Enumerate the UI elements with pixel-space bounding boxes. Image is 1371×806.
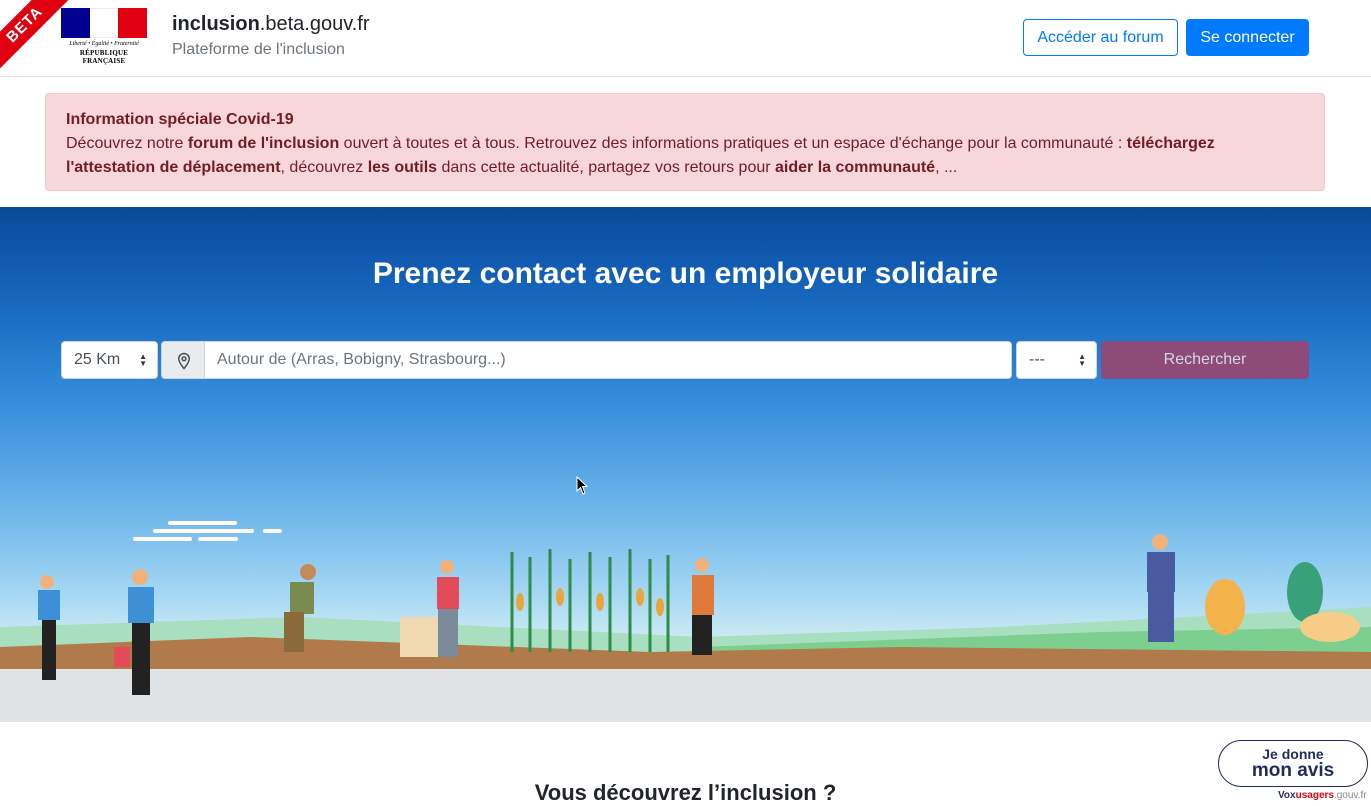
forum-link[interactable]: forum de l'inclusion [188,135,339,152]
alert-title: Information spéciale Covid-19 [66,111,294,128]
alert-body: Découvrez notre forum de l'inclusion ouv… [66,135,1215,176]
feedback-button[interactable]: Je donne mon avis [1218,740,1368,787]
logo-republic: RÉPUBLIQUE FRANÇAISE [79,49,129,65]
feedback-line2: mon avis [1251,760,1335,781]
hero-banner: Prenez contact avec un employeur solidai… [0,207,1371,722]
login-button[interactable]: Se connecter [1186,19,1309,56]
help-community-link[interactable]: aider la communauté [775,159,935,176]
republique-francaise-logo[interactable]: Liberté • Égalité • Fraternité RÉPUBLIQU… [61,8,148,65]
discover-title: Vous découvrez l’inclusion ? [534,780,837,805]
location-input[interactable] [204,341,1012,379]
site-subtitle: Plateforme de l'inclusion [172,41,345,58]
mouse-cursor-icon [576,476,589,495]
site-name[interactable]: inclusion.beta.gouv.fr [172,13,370,36]
kind-select[interactable]: --- ▲ ▼ [1016,341,1097,379]
voxusagers-brand: Voxusagers.gouv.fr [1278,790,1367,801]
forum-button[interactable]: Accéder au forum [1023,19,1178,56]
tools-link[interactable]: les outils [368,159,437,176]
distance-select[interactable]: 25 Km ▲ ▼ [61,341,158,379]
logo-motto: Liberté • Égalité • Fraternité [69,41,139,47]
flag-icon [61,8,148,38]
sort-caret-icon: ▲ ▼ [139,352,147,368]
feedback-line1: Je donne [1262,746,1324,762]
location-addon [161,341,205,379]
covid-alert: Information spéciale Covid-19 Découvrez … [45,93,1325,191]
hero-title: Prenez contact avec un employeur solidai… [372,257,999,290]
site-header: BETA Liberté • Égalité • Fraternité RÉPU… [0,0,1371,77]
sort-caret-icon: ▲ ▼ [1078,352,1086,368]
search-button[interactable]: Rechercher [1101,341,1309,379]
map-pin-icon [177,352,191,370]
